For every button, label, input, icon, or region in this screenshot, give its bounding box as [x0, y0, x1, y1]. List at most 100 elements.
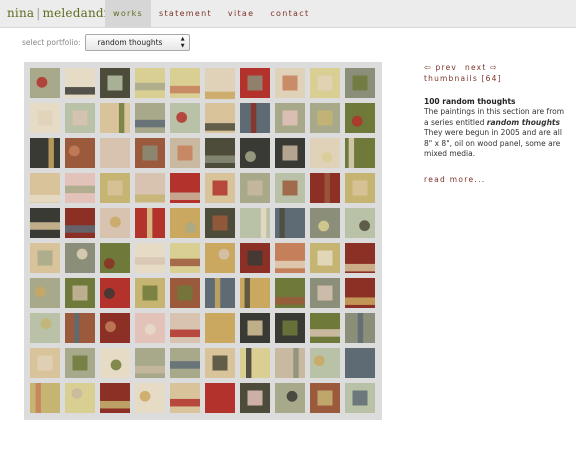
- painting-tile: [30, 68, 60, 98]
- painting-tile: [170, 68, 200, 98]
- painting-tile: [100, 383, 130, 413]
- portfolio-label: select portfolio:: [22, 37, 81, 47]
- painting-tile: [135, 278, 165, 308]
- painting-tile: [310, 348, 340, 378]
- painting-tile: [170, 173, 200, 203]
- painting-tile: [275, 313, 305, 343]
- painting-tile: [205, 138, 235, 168]
- painting-tile: [65, 278, 95, 308]
- painting-tile: [65, 68, 95, 98]
- painting-tile: [275, 278, 305, 308]
- pager: ⇦ prev next ⇨: [424, 62, 569, 73]
- painting-tile: [30, 383, 60, 413]
- painting-tile: [65, 313, 95, 343]
- painting-tile: [170, 243, 200, 273]
- painting-tile: [345, 103, 375, 133]
- painting-tile: [345, 173, 375, 203]
- painting-tile: [345, 313, 375, 343]
- portfolio-select[interactable]: random thoughts ▲ ▼: [84, 33, 190, 51]
- painting-tile: [345, 243, 375, 273]
- logo-separator: |: [36, 6, 41, 20]
- painting-tile: [65, 383, 95, 413]
- painting-tile: [240, 278, 270, 308]
- painting-tile: [170, 383, 200, 413]
- painting-tile: [205, 243, 235, 273]
- painting-tile: [65, 348, 95, 378]
- painting-tile: [205, 208, 235, 238]
- nav-works[interactable]: works: [105, 0, 152, 27]
- thumbnails-link[interactable]: thumbnails [64]: [424, 74, 569, 83]
- top-navigation-bar: nina | meledandri works statement vitae co…: [0, 0, 576, 28]
- painting-tile: [30, 138, 60, 168]
- painting-tile: [205, 68, 235, 100]
- painting-tile: [100, 278, 130, 308]
- artwork-image[interactable]: [24, 62, 382, 420]
- painting-tile: [65, 243, 95, 273]
- painting-tile: [275, 208, 305, 238]
- painting-tile: [205, 103, 235, 133]
- painting-tile: [30, 173, 60, 203]
- painting-tile: [310, 138, 340, 168]
- painting-tile: [310, 278, 340, 308]
- painting-tile: [205, 173, 235, 203]
- description-line2: They were begun in 2005 and are all 8" x…: [424, 128, 562, 158]
- next-link[interactable]: next ⇨: [465, 63, 498, 72]
- painting-tile: [170, 348, 200, 378]
- painting-tile: [345, 278, 375, 308]
- painting-tile: [30, 348, 60, 378]
- next-label: next: [465, 63, 487, 72]
- painting-tile: [100, 138, 130, 168]
- painting-tile: [275, 243, 305, 273]
- artwork-sidebar: ⇦ prev next ⇨ thumbnails [64] 100 random…: [424, 62, 569, 184]
- painting-tile: [310, 208, 340, 238]
- nav-statement[interactable]: statement: [151, 0, 220, 27]
- painting-tile: [240, 208, 270, 238]
- painting-tile: [345, 138, 375, 168]
- painting-tile: [135, 138, 165, 168]
- description-title: 100 random thoughts: [424, 97, 516, 106]
- logo-first-name: nina: [7, 6, 35, 20]
- painting-tile: [170, 138, 200, 168]
- painting-tile: [240, 313, 270, 343]
- painting-tile: [65, 173, 95, 203]
- painting-tile: [345, 348, 375, 378]
- painting-tile: [135, 383, 165, 413]
- description-text: The paintings in this section are from a…: [424, 107, 569, 160]
- read-more-link[interactable]: read more...: [424, 175, 569, 184]
- painting-tile: [275, 68, 305, 98]
- prev-link[interactable]: ⇦ prev: [424, 63, 457, 72]
- painting-tile: [275, 173, 305, 203]
- painting-tile: [65, 138, 95, 168]
- painting-tile: [100, 208, 130, 238]
- painting-tile: [310, 68, 340, 98]
- painting-tile: [205, 313, 235, 343]
- painting-tile: [275, 103, 305, 133]
- painting-tile: [310, 173, 340, 203]
- painting-tile: [135, 103, 165, 133]
- painting-tile: [275, 383, 305, 413]
- painting-tile: [135, 208, 165, 238]
- painting-tile: [310, 103, 340, 133]
- painting-tile: [135, 348, 165, 378]
- painting-tile: [135, 173, 165, 203]
- painting-tile: [30, 278, 60, 308]
- painting-tile: [240, 138, 270, 168]
- painting-tile: [65, 208, 95, 238]
- site-logo[interactable]: nina | meledandri: [7, 6, 114, 20]
- painting-tile: [30, 313, 60, 343]
- painting-tile: [65, 103, 95, 133]
- painting-tile: [275, 348, 305, 378]
- painting-tile: [205, 278, 235, 308]
- artwork-grid: [30, 68, 375, 413]
- painting-tile: [310, 313, 340, 343]
- painting-tile: [100, 68, 130, 98]
- painting-tile: [240, 173, 270, 203]
- main-nav: works statement vitae contact: [105, 0, 317, 27]
- painting-tile: [240, 243, 270, 273]
- painting-tile: [30, 208, 60, 238]
- painting-tile: [100, 348, 130, 378]
- painting-tile: [170, 278, 200, 308]
- nav-vitae[interactable]: vitae: [220, 0, 262, 27]
- nav-contact[interactable]: contact: [262, 0, 317, 27]
- painting-tile: [100, 173, 130, 203]
